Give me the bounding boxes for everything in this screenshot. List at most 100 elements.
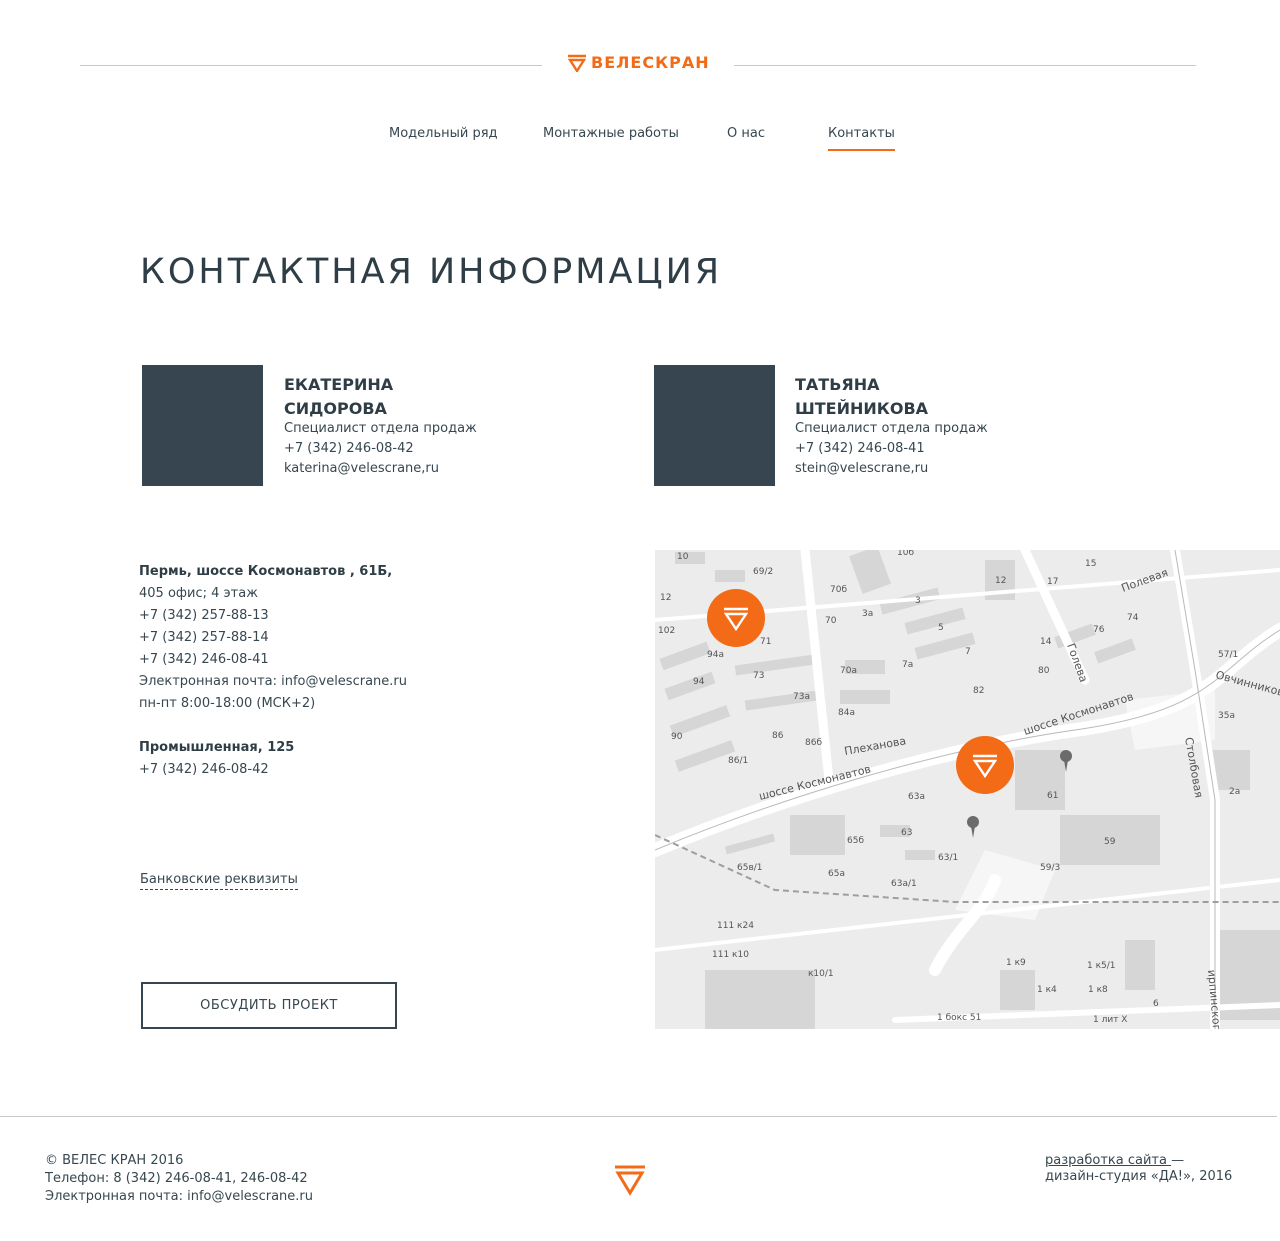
contact-name-last: СИДОРОВА <box>284 399 387 418</box>
contact-phone[interactable]: +7 (342) 246-08-41 <box>795 441 925 456</box>
contact-name-first: ТАТЬЯНА <box>795 375 880 394</box>
nav-item-about[interactable]: О нас <box>727 126 765 141</box>
footer-divider <box>0 1116 1277 1117</box>
office-phone-2[interactable]: +7 (342) 257-88-14 <box>139 630 269 645</box>
map-house-label: 7а <box>902 660 913 670</box>
map-house-label: 61 <box>1047 791 1058 801</box>
nav-item-installation[interactable]: Монтажные работы <box>543 126 679 141</box>
map-house-label: 86б <box>805 738 822 748</box>
map-house-label: 80 <box>1038 666 1050 676</box>
map-house-label: 94 <box>693 677 705 687</box>
map-house-label: 59 <box>1104 837 1116 847</box>
map-house-label: 65в/1 <box>737 863 763 873</box>
contact-card: ЕКАТЕРИНА СИДОРОВА Специалист отдела про… <box>142 365 562 487</box>
site-logo[interactable]: ВЕЛЕСКРАН <box>567 53 710 72</box>
location-map[interactable]: шоссе Космонавтов шоссе Космонавтов Плех… <box>655 550 1280 1029</box>
contact-email[interactable]: katerina@velescrane,ru <box>284 461 439 476</box>
avatar <box>654 365 775 486</box>
contact-name: ТАТЬЯНА ШТЕЙНИКОВА <box>795 373 928 421</box>
contact-phone[interactable]: +7 (342) 246-08-42 <box>284 441 414 456</box>
logo-mark-icon <box>567 54 587 72</box>
contact-email[interactable]: stein@velescrane,ru <box>795 461 928 476</box>
discuss-project-button[interactable]: ОБСУДИТЬ ПРОЕКТ <box>141 982 397 1029</box>
office-floor: 405 офис; 4 этаж <box>139 586 258 601</box>
logo-text: ВЕЛЕСКРАН <box>591 53 710 72</box>
dev-site-link[interactable]: разработка сайта <box>1045 1153 1171 1168</box>
map-house-label: 1 к8 <box>1088 985 1108 995</box>
footer-studio: дизайн-студия «ДА!», 2016 <box>1045 1169 1233 1184</box>
office-phone-1[interactable]: +7 (342) 257-88-13 <box>139 608 269 623</box>
map-house-label: 17 <box>1047 577 1058 587</box>
contact-name: ЕКАТЕРИНА СИДОРОВА <box>284 373 393 421</box>
map-house-label: 70б <box>830 585 847 595</box>
map-house-label: 3 <box>915 596 921 606</box>
map-house-label: 5 <box>938 623 944 633</box>
footer-email[interactable]: Электронная почта: info@velescrane.ru <box>45 1189 313 1204</box>
map-house-label: 1 к9 <box>1006 958 1026 968</box>
map-house-label: 84а <box>838 708 855 718</box>
map-house-label: 12 <box>995 576 1006 586</box>
footer-logo-icon[interactable] <box>613 1164 647 1196</box>
office-phone-3[interactable]: +7 (342) 246-08-41 <box>139 652 269 667</box>
map-marker-icon[interactable] <box>956 736 1014 794</box>
footer-phone[interactable]: Телефон: 8 (342) 246-08-41, 246-08-42 <box>45 1171 308 1186</box>
map-house-label: 1 бокс 51 <box>937 1013 981 1023</box>
footer-copyright: © ВЕЛЕС КРАН 2016 <box>45 1153 184 1168</box>
map-house-label: 1 лит Х <box>1093 1015 1127 1025</box>
map-house-label: 82 <box>973 686 984 696</box>
map-house-label: 63а <box>908 792 925 802</box>
main-nav: Модельный ряд Монтажные работы О нас Кон… <box>0 126 1280 156</box>
map-house-label: 86/1 <box>728 756 748 766</box>
office-address-title: Пермь, шоссе Космонавтов , 61Б, <box>139 564 393 579</box>
office-hours: пн-пт 8:00-18:00 (МСК+2) <box>139 696 316 711</box>
map-house-label: 6 <box>1153 999 1159 1009</box>
map-house-label: 76 <box>1093 625 1105 635</box>
map-house-label: 73а <box>793 692 810 702</box>
second-address-phone[interactable]: +7 (342) 246-08-42 <box>139 762 269 777</box>
map-house-label: 74 <box>1127 613 1139 623</box>
map-house-label: 63а/1 <box>891 879 917 889</box>
footer-dev-credit: разработка сайта — <box>1045 1153 1184 1168</box>
map-house-label: 59/3 <box>1040 863 1060 873</box>
map-house-label: 70а <box>840 666 857 676</box>
map-house-label: 65а <box>828 869 845 879</box>
map-house-label: 70 <box>825 616 837 626</box>
contact-card: ТАТЬЯНА ШТЕЙНИКОВА Специалист отдела про… <box>654 365 1074 487</box>
map-house-label: 94а <box>707 650 724 660</box>
map-house-label: 1 к5/1 <box>1087 961 1116 971</box>
map-house-label: 10б <box>897 550 914 558</box>
contact-role: Специалист отдела продаж <box>795 421 988 436</box>
bank-details-link[interactable]: Банковские реквизиты <box>140 872 298 890</box>
map-house-label: 63/1 <box>938 853 958 863</box>
office-email[interactable]: Электронная почта: info@velescrane.ru <box>139 674 407 689</box>
nav-item-contacts[interactable]: Контакты <box>828 126 895 151</box>
map-house-label: 2а <box>1229 787 1240 797</box>
map-house-label: 15 <box>1085 559 1096 569</box>
map-house-label: 57/1 <box>1218 650 1238 660</box>
dev-dash: — <box>1171 1153 1185 1168</box>
header-line-left <box>80 65 542 66</box>
map-house-label: 14 <box>1040 637 1052 647</box>
header-line-right <box>734 65 1196 66</box>
second-address-title: Промышленная, 125 <box>139 740 295 755</box>
map-house-label: 69/2 <box>753 567 773 577</box>
page-title: КОНТАКТНАЯ ИНФОРМАЦИЯ <box>140 252 723 292</box>
map-house-label: 63 <box>901 828 912 838</box>
map-house-label: 65б <box>847 836 864 846</box>
map-house-label: 102 <box>658 626 675 636</box>
map-house-label: 12 <box>660 593 671 603</box>
map-house-label: к10/1 <box>808 969 834 979</box>
map-house-label: 3а <box>862 609 873 619</box>
nav-item-model-range[interactable]: Модельный ряд <box>389 126 498 141</box>
contact-role: Специалист отдела продаж <box>284 421 477 436</box>
map-house-label: 111 к10 <box>712 950 749 960</box>
map-house-label: 90 <box>671 732 683 742</box>
map-marker-icon[interactable] <box>707 589 765 647</box>
contact-name-last: ШТЕЙНИКОВА <box>795 399 929 418</box>
map-house-label: 7 <box>965 647 971 657</box>
avatar <box>142 365 263 486</box>
contact-name-first: ЕКАТЕРИНА <box>284 375 394 394</box>
map-house-label: 10 <box>677 552 689 562</box>
map-house-label: 1 к4 <box>1037 985 1057 995</box>
map-house-label: 35а <box>1218 711 1235 721</box>
